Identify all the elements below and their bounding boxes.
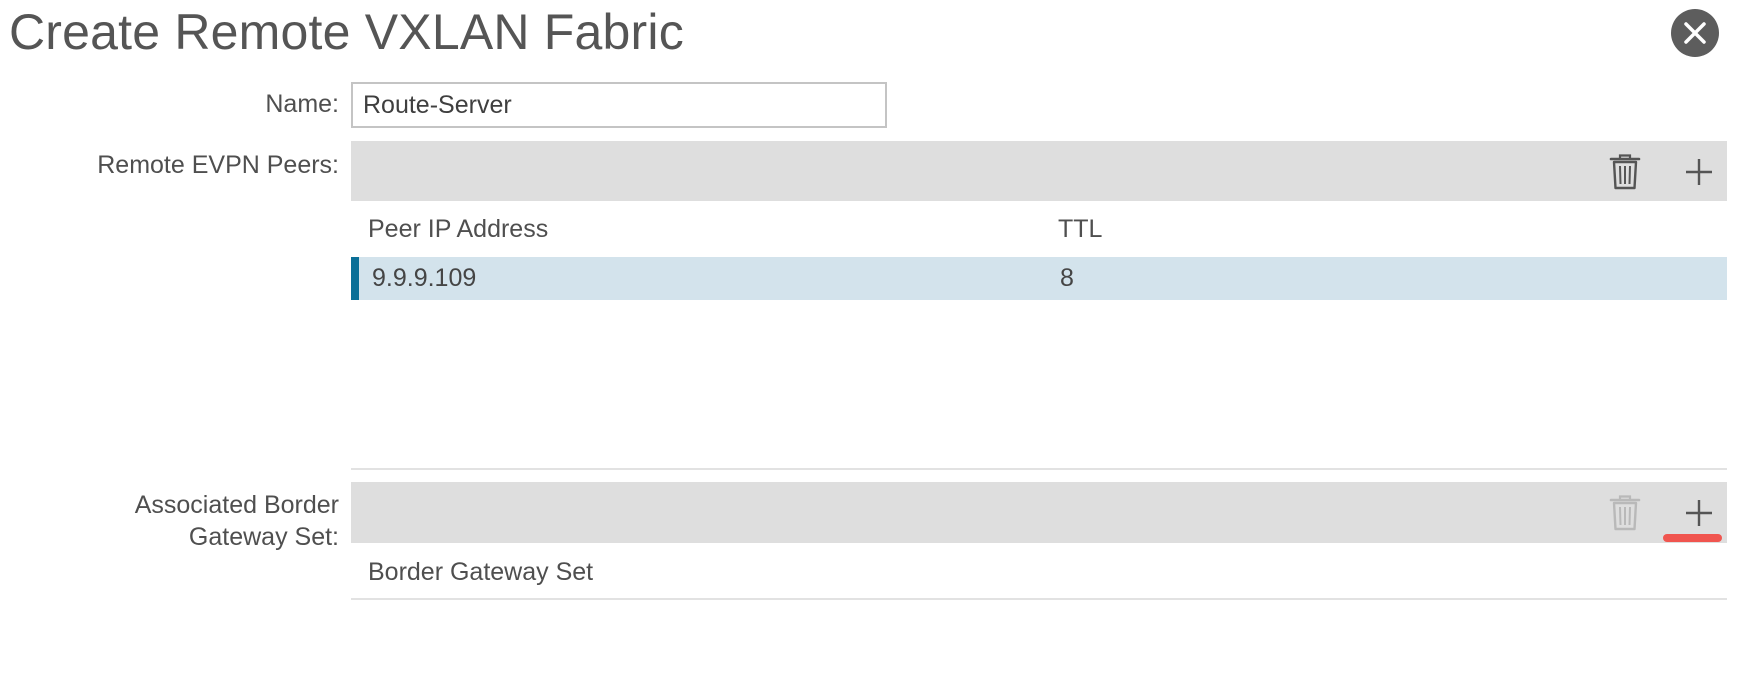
- plus-icon: [1686, 159, 1712, 185]
- border-gateway-set-toolbar: [351, 482, 1727, 543]
- selected-row-indicator: [351, 257, 359, 300]
- close-icon: [1684, 22, 1706, 44]
- trash-icon: [1609, 154, 1641, 190]
- dialog-title: Create Remote VXLAN Fabric: [9, 4, 684, 60]
- add-button-highlight: [1663, 534, 1722, 542]
- ttl-cell: 8: [1060, 264, 1074, 292]
- delete-peer-button[interactable]: [1607, 152, 1643, 192]
- name-input[interactable]: [351, 82, 887, 128]
- add-border-gateway-set-button[interactable]: [1681, 493, 1717, 533]
- add-peer-button[interactable]: [1681, 152, 1717, 192]
- plus-icon: [1686, 500, 1712, 526]
- column-header-ttl[interactable]: TTL: [1058, 213, 1102, 245]
- border-gateway-set-table-bottom-divider: [351, 598, 1727, 600]
- table-row[interactable]: 9.9.9.109 8: [351, 257, 1727, 300]
- column-header-border-gateway-set[interactable]: Border Gateway Set: [368, 556, 593, 588]
- name-label: Name:: [265, 90, 339, 118]
- close-button[interactable]: [1671, 9, 1719, 57]
- trash-icon: [1609, 495, 1641, 531]
- associated-border-gateway-set-label-line2: Gateway Set:: [188, 523, 339, 551]
- delete-border-gateway-set-button[interactable]: [1607, 493, 1643, 533]
- column-header-peer-ip[interactable]: Peer IP Address: [368, 213, 548, 245]
- peer-ip-cell: 9.9.9.109: [372, 264, 477, 292]
- remote-evpn-peers-toolbar: [351, 141, 1727, 201]
- associated-border-gateway-set-label-line1: Associated Border: [134, 491, 339, 519]
- peers-table-bottom-divider: [351, 468, 1727, 470]
- remote-evpn-peers-label: Remote EVPN Peers:: [97, 151, 339, 179]
- associated-border-gateway-set-label: Associated Border Gateway Set:: [135, 489, 339, 553]
